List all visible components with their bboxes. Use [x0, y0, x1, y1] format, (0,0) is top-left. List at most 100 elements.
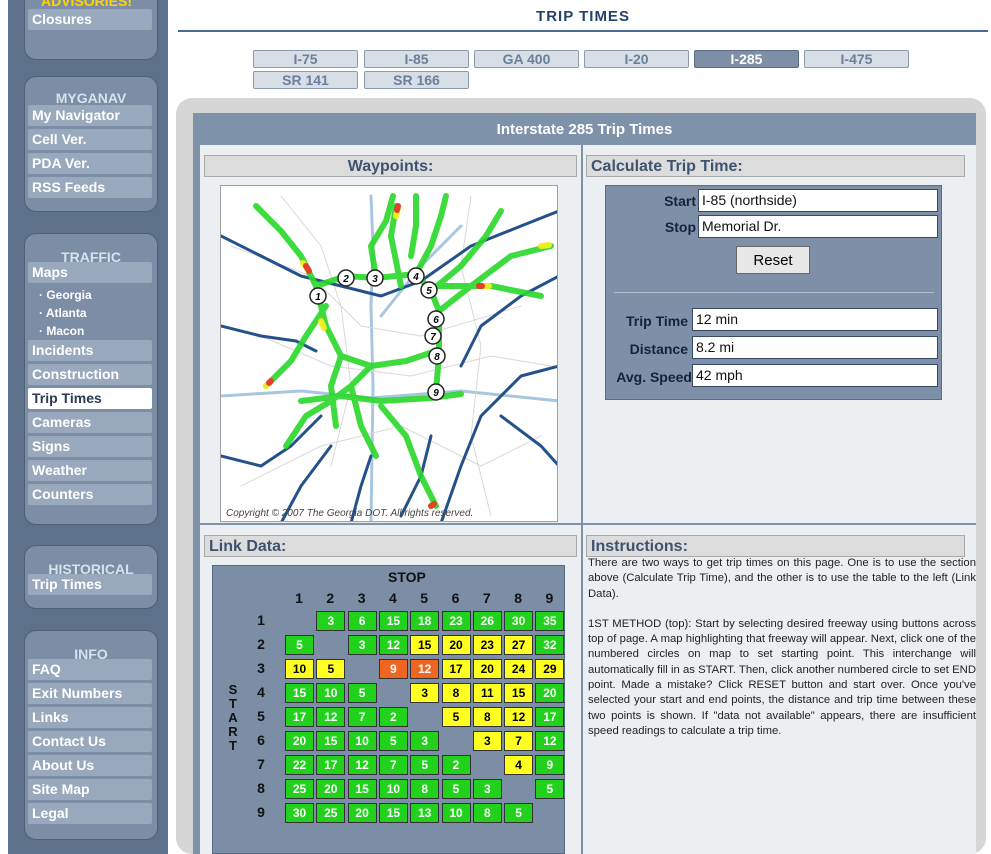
link-cell[interactable]: 12 [378, 635, 408, 655]
link-cell[interactable]: 25 [316, 803, 346, 823]
link-cell[interactable]: 3 [472, 779, 502, 799]
link-cell[interactable]: 10 [378, 779, 408, 799]
tab-ga-400[interactable]: GA 400 [474, 50, 579, 68]
sidebar-item-site-map[interactable]: Site Map [28, 779, 152, 800]
sidebar-item-contact-us[interactable]: Contact Us [28, 731, 152, 752]
sidebar-item-links[interactable]: Links [28, 707, 152, 728]
link-cell[interactable]: 11 [472, 683, 502, 703]
link-cell[interactable]: 5 [504, 803, 534, 823]
link-cell[interactable]: 5 [378, 731, 408, 751]
link-cell[interactable]: 2 [378, 707, 408, 727]
sidebar-subitem-macon[interactable]: · Macon [25, 322, 157, 340]
link-cell[interactable]: 17 [316, 755, 346, 775]
tab-sr-166[interactable]: SR 166 [364, 71, 469, 89]
sidebar-item-construction[interactable]: Construction [28, 364, 152, 385]
sidebar-item-trip-times[interactable]: Trip Times [28, 388, 152, 409]
link-cell[interactable]: 7 [504, 731, 534, 751]
link-cell[interactable]: 5 [347, 683, 377, 703]
link-cell[interactable]: 26 [472, 611, 502, 631]
tab-i-75[interactable]: I-75 [253, 50, 358, 68]
start-field[interactable]: I-85 (northside) [698, 189, 938, 212]
link-cell[interactable]: 15 [285, 683, 314, 703]
sidebar-item-rss-feeds[interactable]: RSS Feeds [28, 177, 152, 198]
waypoint-marker-5[interactable]: 5 [420, 281, 438, 299]
link-cell[interactable]: 7 [347, 707, 377, 727]
link-cell[interactable]: 20 [472, 659, 502, 679]
sidebar-item-closures[interactable]: Closures [28, 9, 152, 30]
link-cell[interactable]: 15 [504, 683, 534, 703]
link-cell[interactable]: 12 [347, 755, 377, 775]
waypoint-marker-7[interactable]: 7 [424, 327, 442, 345]
link-cell[interactable]: 32 [535, 635, 565, 655]
link-cell[interactable]: 8 [441, 683, 471, 703]
link-cell[interactable]: 5 [535, 779, 565, 799]
link-cell[interactable]: 17 [441, 659, 471, 679]
link-cell[interactable]: 3 [410, 683, 440, 703]
link-cell[interactable]: 15 [410, 635, 440, 655]
link-cell[interactable]: 8 [410, 779, 440, 799]
link-cell[interactable]: 25 [285, 779, 314, 799]
link-cell[interactable]: 13 [410, 803, 440, 823]
waypoint-marker-9[interactable]: 9 [427, 383, 445, 401]
link-cell[interactable]: 23 [472, 635, 502, 655]
waypoints-map[interactable]: 1 2 3 45 6 7 8 9 Copyright © 2007 The Georgia D… [220, 185, 558, 522]
link-cell[interactable]: 20 [316, 779, 346, 799]
link-cell[interactable]: 15 [347, 779, 377, 799]
link-cell[interactable]: 5 [441, 779, 471, 799]
sidebar-item-about-us[interactable]: About Us [28, 755, 152, 776]
link-cell[interactable]: 20 [347, 803, 377, 823]
link-cell[interactable]: 10 [285, 659, 314, 679]
link-cell[interactable]: 10 [347, 731, 377, 751]
link-cell[interactable]: 17 [535, 707, 565, 727]
waypoint-marker-4[interactable]: 4 [407, 267, 425, 285]
link-cell[interactable]: 30 [504, 611, 534, 631]
link-cell[interactable]: 3 [347, 635, 377, 655]
link-cell[interactable]: 5 [410, 755, 440, 775]
tab-i-85[interactable]: I-85 [364, 50, 469, 68]
link-cell[interactable]: 35 [535, 611, 565, 631]
link-cell[interactable]: 20 [535, 683, 565, 703]
link-cell[interactable]: 3 [410, 731, 440, 751]
waypoint-marker-3[interactable]: 3 [366, 269, 384, 287]
link-cell[interactable]: 24 [504, 659, 534, 679]
link-cell[interactable]: 2 [441, 755, 471, 775]
link-cell[interactable]: 12 [535, 731, 565, 751]
link-cell[interactable]: 22 [285, 755, 314, 775]
link-cell[interactable]: 4 [504, 755, 534, 775]
sidebar-item-signs[interactable]: Signs [28, 436, 152, 457]
link-cell[interactable]: 12 [316, 707, 346, 727]
tab-i-475[interactable]: I-475 [804, 50, 909, 68]
link-cell[interactable]: 8 [472, 803, 502, 823]
link-cell[interactable]: 3 [472, 731, 502, 751]
sidebar-subitem-atlanta[interactable]: · Atlanta [25, 304, 157, 322]
link-cell[interactable]: 9 [378, 659, 408, 679]
sidebar-item-counters[interactable]: Counters [28, 484, 152, 505]
link-cell[interactable]: 9 [535, 755, 565, 775]
link-cell[interactable]: 7 [378, 755, 408, 775]
link-cell[interactable]: 17 [285, 707, 314, 727]
link-cell[interactable]: 15 [378, 611, 408, 631]
link-cell[interactable]: 6 [347, 611, 377, 631]
link-cell[interactable]: 10 [441, 803, 471, 823]
link-cell[interactable]: 29 [535, 659, 565, 679]
reset-button[interactable]: Reset [736, 246, 810, 274]
link-cell[interactable]: 27 [504, 635, 534, 655]
sidebar-item-incidents[interactable]: Incidents [28, 340, 152, 361]
tab-i-20[interactable]: I-20 [584, 50, 689, 68]
link-cell[interactable]: 8 [472, 707, 502, 727]
link-cell[interactable]: 15 [316, 731, 346, 751]
tab-i-285[interactable]: I-285 [694, 50, 799, 68]
link-cell[interactable]: 18 [410, 611, 440, 631]
link-cell[interactable]: 15 [378, 803, 408, 823]
tab-sr-141[interactable]: SR 141 [253, 71, 358, 89]
link-cell[interactable]: 10 [316, 683, 346, 703]
sidebar-item-exit-numbers[interactable]: Exit Numbers [28, 683, 152, 704]
waypoint-marker-6[interactable]: 6 [427, 310, 445, 328]
waypoint-marker-8[interactable]: 8 [428, 347, 446, 365]
link-cell[interactable]: 30 [285, 803, 314, 823]
sidebar-item-weather[interactable]: Weather [28, 460, 152, 481]
waypoint-marker-2[interactable]: 2 [337, 269, 355, 287]
link-cell[interactable]: 20 [441, 635, 471, 655]
sidebar-item-pda-ver[interactable]: PDA Ver. [28, 153, 152, 174]
link-cell[interactable]: 3 [316, 611, 346, 631]
